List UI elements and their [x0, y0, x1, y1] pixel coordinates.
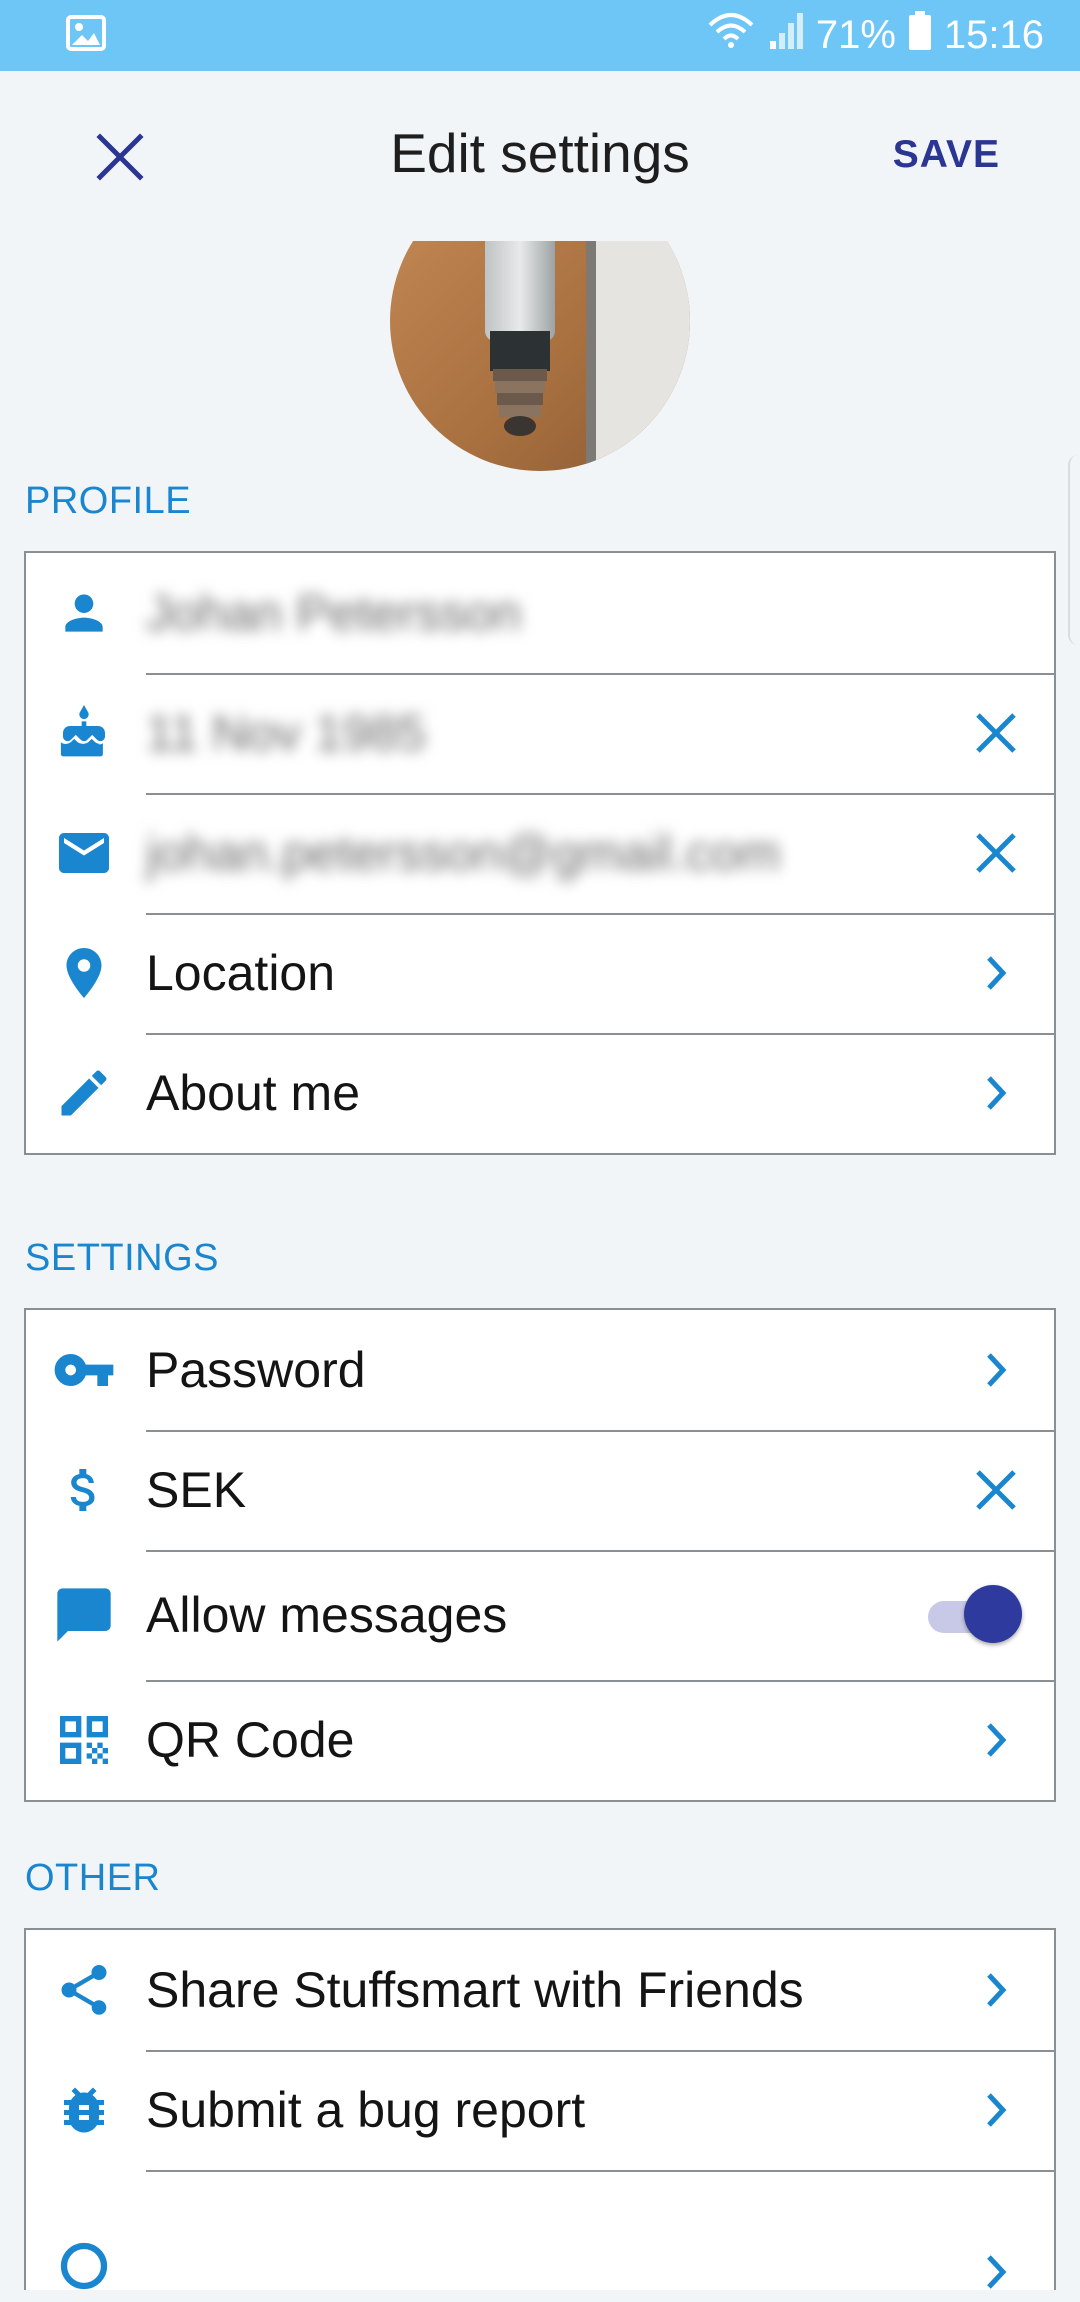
currency-label: SEK — [146, 1462, 247, 1518]
other-row-share[interactable]: Share Stuffsmart with Friends — [26, 1930, 1054, 2050]
wifi-icon — [706, 11, 756, 61]
bug-icon — [52, 2078, 116, 2142]
chevron-right-icon[interactable] — [966, 1960, 1026, 2020]
key-icon — [52, 1338, 116, 1402]
signal-icon — [768, 11, 804, 61]
status-bar: 71% 15:16 — [0, 0, 1080, 71]
clear-currency-icon[interactable] — [966, 1460, 1026, 1520]
section-header-profile: PROFILE — [25, 480, 192, 522]
profile-row-email[interactable]: johan.petersson@gmail.com — [26, 793, 1054, 913]
message-icon — [52, 1583, 116, 1647]
help-icon — [52, 2234, 116, 2298]
email-icon — [52, 821, 116, 885]
cake-icon — [52, 701, 116, 765]
profile-row-name[interactable]: Johan Petersson — [26, 553, 1054, 673]
clear-email-icon[interactable] — [966, 823, 1026, 883]
location-icon — [52, 941, 116, 1005]
other-row-bug[interactable]: Submit a bug report — [26, 2050, 1054, 2170]
password-label: Password — [146, 1342, 366, 1398]
chevron-right-icon[interactable] — [966, 1340, 1026, 1400]
settings-row-messages[interactable]: Allow messages — [26, 1550, 1054, 1680]
chevron-right-icon[interactable] — [966, 1710, 1026, 1770]
profile-row-about[interactable]: About me — [26, 1033, 1054, 1153]
section-header-settings: SETTINGS — [25, 1237, 220, 1279]
email-field[interactable]: johan.petersson@gmail.com — [146, 824, 780, 882]
other-card: Share Stuffsmart with Friends Submit a b… — [24, 1928, 1056, 2290]
battery-icon — [908, 10, 932, 61]
chevron-right-icon[interactable] — [966, 2242, 1026, 2302]
clear-birthday-icon[interactable] — [966, 703, 1026, 763]
scroll-indicator[interactable] — [1068, 455, 1080, 645]
chevron-right-icon[interactable] — [966, 943, 1026, 1003]
profile-card: Johan Petersson 11 Nov 1985 johan.peters… — [24, 551, 1056, 1155]
chevron-right-icon[interactable] — [966, 2080, 1026, 2140]
location-label: Location — [146, 945, 336, 1001]
clock: 15:16 — [943, 13, 1044, 57]
settings-row-qr[interactable]: QR Code — [26, 1680, 1054, 1800]
share-icon — [52, 1958, 116, 2022]
about-me-label: About me — [146, 1065, 361, 1121]
chevron-right-icon[interactable] — [966, 1063, 1026, 1123]
toggle-thumb — [964, 1585, 1022, 1643]
pencil-icon — [52, 1061, 116, 1125]
profile-row-location[interactable]: Location — [26, 913, 1054, 1033]
profile-row-birthday[interactable]: 11 Nov 1985 — [26, 673, 1054, 793]
save-button[interactable]: SAVE — [893, 133, 1000, 177]
section-header-other: OTHER — [25, 1857, 161, 1899]
dollar-icon — [52, 1458, 116, 1522]
share-label: Share Stuffsmart with Friends — [146, 1962, 804, 2018]
gallery-icon — [66, 15, 106, 56]
birthday-field[interactable]: 11 Nov 1985 — [146, 704, 426, 762]
settings-card: Password SEK Allow messages QR Code — [24, 1308, 1056, 1802]
name-field[interactable]: Johan Petersson — [146, 584, 521, 642]
qr-code-label: QR Code — [146, 1712, 355, 1768]
battery-percent: 71% — [815, 13, 896, 57]
settings-row-currency[interactable]: SEK — [26, 1430, 1054, 1550]
allow-messages-label: Allow messages — [146, 1587, 508, 1643]
qr-code-icon — [52, 1708, 116, 1772]
person-icon — [52, 581, 116, 645]
bug-report-label: Submit a bug report — [146, 2082, 586, 2138]
allow-messages-toggle[interactable] — [922, 1585, 1022, 1645]
settings-row-password[interactable]: Password — [26, 1310, 1054, 1430]
other-row-help[interactable] — [26, 2170, 1054, 2290]
toolbar: Edit settings SAVE — [0, 71, 1080, 241]
